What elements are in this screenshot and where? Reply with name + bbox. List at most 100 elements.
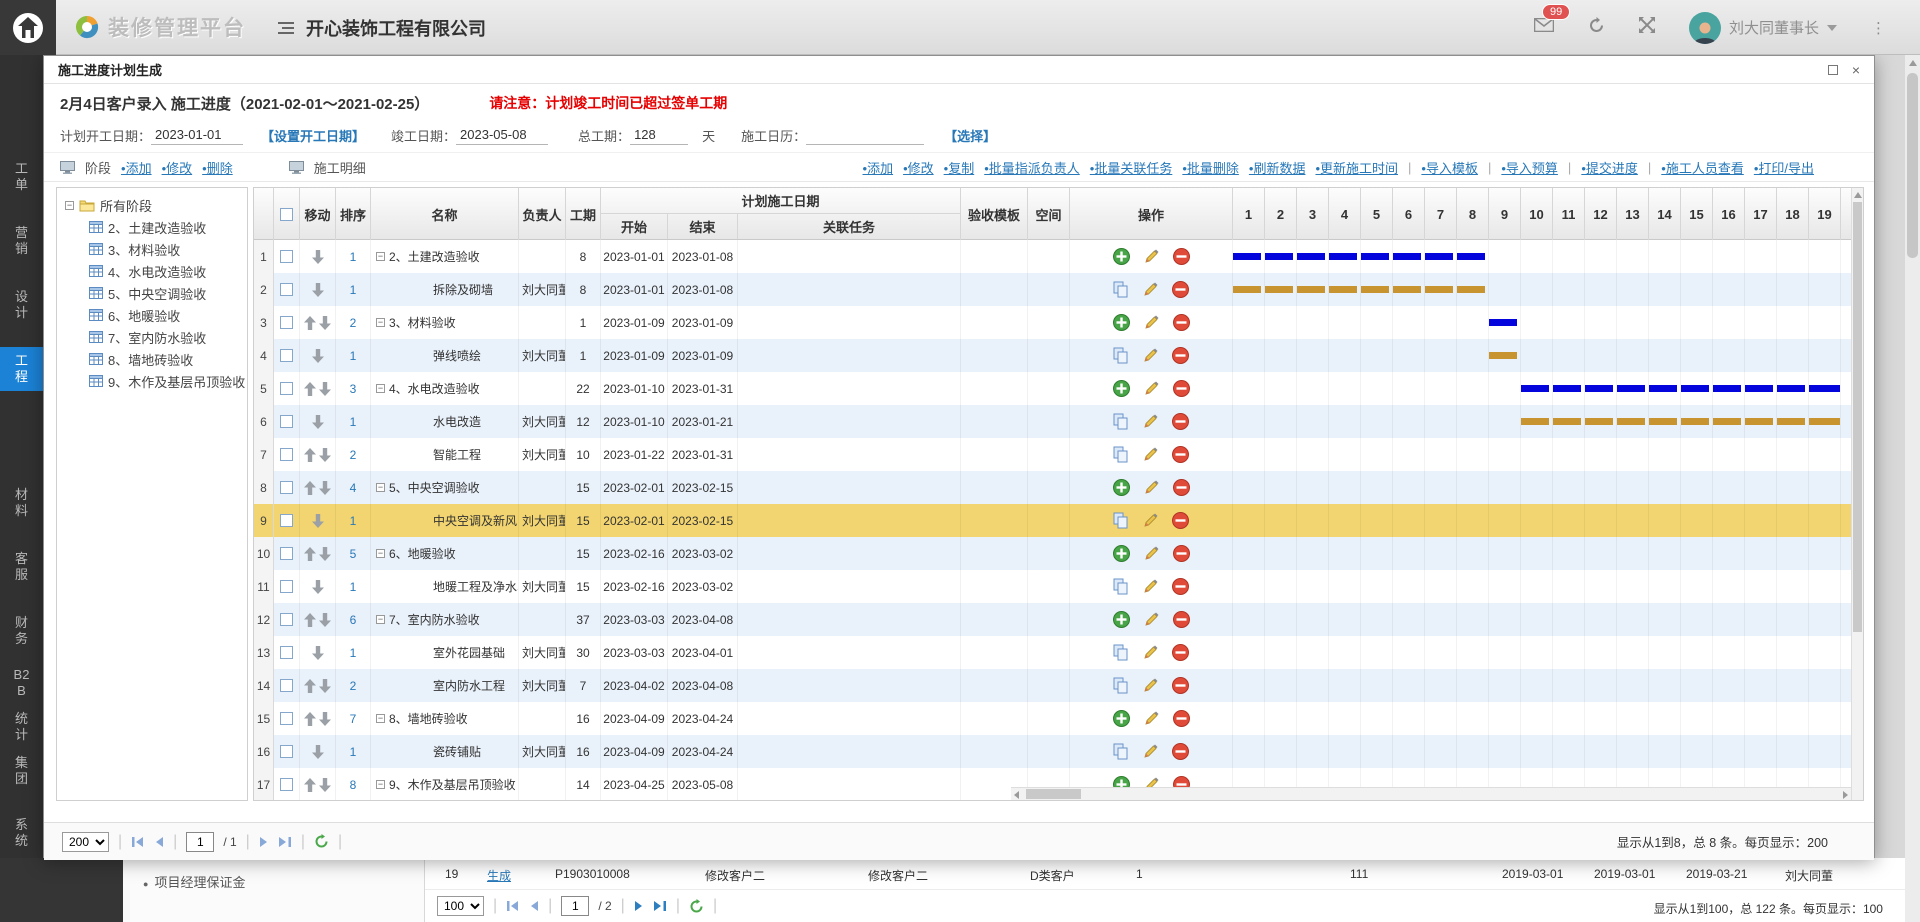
remove-icon[interactable] — [1173, 248, 1190, 265]
detail-link-7[interactable]: •刷新数据 — [1249, 158, 1306, 177]
move-down-icon[interactable] — [319, 481, 331, 495]
detail-link-8[interactable]: •更新施工时间 — [1315, 158, 1398, 177]
detail-link-4[interactable]: •批量指派负责人 — [984, 158, 1080, 177]
sidebar-item-7[interactable]: 财务 — [0, 609, 43, 653]
page-size-select[interactable]: 200 — [62, 832, 109, 852]
sort-value[interactable]: 8 — [350, 778, 357, 792]
stage-link-2[interactable]: •修改 — [162, 158, 193, 177]
detail-link-2[interactable]: •修改 — [903, 158, 934, 177]
row-checkbox[interactable] — [280, 778, 293, 791]
move-down-icon[interactable] — [312, 745, 324, 759]
move-down-icon[interactable] — [319, 382, 331, 396]
table-row-12[interactable]: 126−7、室内防水验收372023-03-032023-04-08 — [254, 603, 1853, 636]
row-checkbox[interactable] — [280, 250, 293, 263]
edit-pencil-icon[interactable] — [1142, 743, 1159, 760]
edit-pencil-icon[interactable] — [1143, 479, 1160, 496]
copy-icon[interactable] — [1113, 347, 1129, 364]
tree-root[interactable]: −所有阶段 — [65, 194, 247, 216]
detail-link-9[interactable]: •导入模板 — [1421, 158, 1478, 177]
collapse-minus-icon[interactable]: − — [376, 483, 385, 492]
row-checkbox[interactable] — [280, 448, 293, 461]
page-number-input[interactable] — [186, 832, 214, 852]
move-down-icon[interactable] — [319, 679, 331, 693]
page-size-select[interactable]: 100 — [437, 896, 484, 916]
tree-item-7[interactable]: 8、墙地砖验收 — [65, 348, 247, 370]
move-down-icon[interactable] — [312, 646, 324, 660]
remove-icon[interactable] — [1172, 512, 1189, 529]
move-down-icon[interactable] — [312, 349, 324, 363]
add-icon[interactable] — [1113, 380, 1130, 397]
remove-icon[interactable] — [1173, 314, 1190, 331]
detail-link-12[interactable]: •施工人员查看 — [1661, 158, 1744, 177]
detail-link-10[interactable]: •导入预算 — [1501, 158, 1558, 177]
mail-icon[interactable]: 99 — [1534, 18, 1554, 37]
sort-value[interactable]: 2 — [350, 448, 357, 462]
last-page-icon[interactable] — [278, 836, 292, 848]
move-up-icon[interactable] — [304, 613, 316, 627]
sidebar-item-4[interactable]: 工程 — [0, 347, 43, 391]
row-checkbox[interactable] — [280, 415, 293, 428]
table-row-5[interactable]: 53−4、水电改造验收222023-01-102023-01-31 — [254, 372, 1853, 405]
row-checkbox[interactable] — [280, 283, 293, 296]
move-up-icon[interactable] — [304, 679, 316, 693]
table-row-14[interactable]: 142室内防水工程刘大同董72023-04-022023-04-08 — [254, 669, 1853, 702]
start-date-input[interactable] — [151, 125, 243, 145]
collapse-minus-icon[interactable]: − — [376, 384, 385, 393]
edit-pencil-icon[interactable] — [1142, 347, 1159, 364]
table-row-2[interactable]: 21拆除及砌墙刘大同董82023-01-012023-01-08 — [254, 273, 1853, 306]
edit-pencil-icon[interactable] — [1142, 578, 1159, 595]
table-row-6[interactable]: 61水电改造刘大同董122023-01-102023-01-21 — [254, 405, 1853, 438]
sidebar-item-10[interactable]: 集团 — [0, 749, 43, 793]
remove-icon[interactable] — [1172, 347, 1189, 364]
copy-icon[interactable] — [1113, 512, 1129, 529]
sidebar-item-5[interactable]: 材料 — [0, 481, 43, 525]
table-row-8[interactable]: 84−5、中央空调验收152023-02-012023-02-15 — [254, 471, 1853, 504]
tree-item-8[interactable]: 9、木作及基层吊顶验收 — [65, 370, 247, 392]
tree-item-3[interactable]: 4、水电改造验收 — [65, 260, 247, 282]
edit-pencil-icon[interactable] — [1143, 710, 1160, 727]
fullscreen-icon[interactable] — [1639, 17, 1655, 38]
browser-scrollbar[interactable] — [1905, 55, 1920, 922]
tree-item-6[interactable]: 7、室内防水验收 — [65, 326, 247, 348]
tree-item-4[interactable]: 5、中央空调验收 — [65, 282, 247, 304]
calendar-input[interactable] — [806, 125, 924, 145]
row-checkbox[interactable] — [280, 613, 293, 626]
sort-value[interactable]: 1 — [350, 580, 357, 594]
sort-value[interactable]: 1 — [350, 283, 357, 297]
last-page-icon[interactable] — [653, 900, 667, 912]
sort-value[interactable]: 5 — [350, 547, 357, 561]
first-page-icon[interactable] — [131, 836, 145, 848]
tree-item-1[interactable]: 2、土建改造验收 — [65, 216, 247, 238]
row-checkbox[interactable] — [280, 514, 293, 527]
edit-pencil-icon[interactable] — [1143, 314, 1160, 331]
remove-icon[interactable] — [1172, 281, 1189, 298]
remove-icon[interactable] — [1173, 611, 1190, 628]
edit-pencil-icon[interactable] — [1143, 545, 1160, 562]
collapse-minus-icon[interactable]: − — [376, 714, 385, 723]
edit-pencil-icon[interactable] — [1142, 644, 1159, 661]
move-down-icon[interactable] — [312, 283, 324, 297]
set-start-date-link[interactable]: 【设置开工日期】 — [261, 126, 365, 145]
remove-icon[interactable] — [1173, 710, 1190, 727]
collapse-minus-icon[interactable]: − — [376, 615, 385, 624]
refresh-green-icon[interactable] — [314, 834, 329, 849]
maximize-icon[interactable] — [1828, 65, 1838, 75]
edit-pencil-icon[interactable] — [1142, 446, 1159, 463]
generate-link[interactable]: 生成 — [487, 867, 511, 884]
remove-icon[interactable] — [1173, 380, 1190, 397]
sort-value[interactable]: 3 — [350, 382, 357, 396]
table-row-1[interactable]: 11−2、土建改造验收82023-01-012023-01-08 — [254, 240, 1853, 273]
remove-icon[interactable] — [1172, 446, 1189, 463]
select-calendar-link[interactable]: 【选择】 — [944, 126, 996, 145]
first-page-icon[interactable] — [506, 900, 520, 912]
next-page-icon[interactable] — [634, 900, 644, 912]
page-number-input[interactable] — [561, 896, 589, 916]
table-row-9[interactable]: 91中央空调及新风刘大同董152023-02-012023-02-15 — [254, 504, 1853, 537]
move-up-icon[interactable] — [304, 382, 316, 396]
detail-link-6[interactable]: •批量删除 — [1182, 158, 1239, 177]
move-up-icon[interactable] — [304, 712, 316, 726]
sort-value[interactable]: 1 — [350, 415, 357, 429]
move-down-icon[interactable] — [312, 580, 324, 594]
copy-icon[interactable] — [1113, 446, 1129, 463]
sidebar-item-6[interactable]: 客服 — [0, 545, 43, 589]
